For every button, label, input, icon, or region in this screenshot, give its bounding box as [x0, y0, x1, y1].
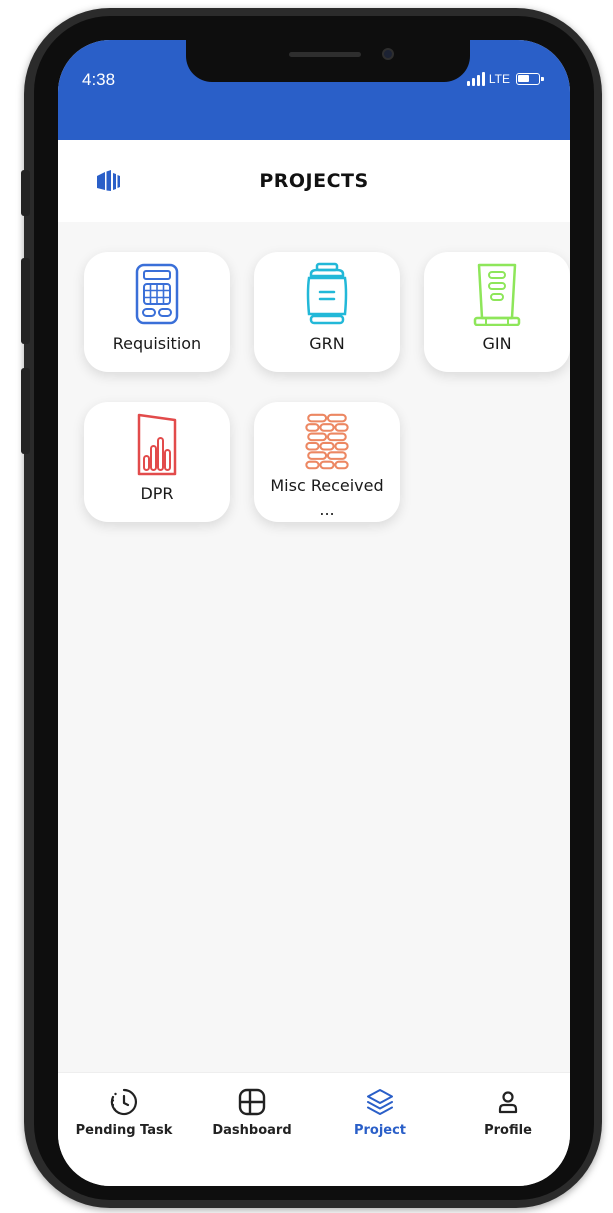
- nav-profile[interactable]: Profile: [444, 1087, 570, 1138]
- volume-down-button: [21, 368, 30, 454]
- status-indicators: LTE: [466, 72, 544, 86]
- nav-label: Dashboard: [212, 1123, 292, 1138]
- dpr-tile[interactable]: DPR: [84, 402, 230, 522]
- mute-switch: [21, 170, 30, 216]
- nav-dashboard[interactable]: Dashboard: [188, 1087, 316, 1138]
- clock-icon: [110, 1088, 137, 1116]
- tall-container-icon: [473, 263, 521, 326]
- nav-label: Pending Task: [75, 1123, 173, 1138]
- grid-panel-icon: [238, 1088, 266, 1116]
- brick-stack-icon: [305, 413, 349, 470]
- speaker-grille: [289, 52, 361, 57]
- page-title: PROJECTS: [259, 170, 369, 192]
- front-camera: [382, 48, 394, 60]
- app-header: PROJECTS: [58, 140, 570, 222]
- tile-label: Requisition: [112, 334, 202, 353]
- status-time: 4:38: [82, 70, 116, 89]
- tile-label: GIN: [482, 334, 512, 353]
- layers-icon: [367, 1089, 393, 1115]
- signal-icon: [466, 72, 485, 86]
- nav-label: Project: [353, 1123, 407, 1138]
- nav-label: Profile: [484, 1123, 532, 1138]
- volume-up-button: [21, 258, 30, 344]
- app-screen: 4:38 LTE PROJECTS Requisition GRN GIN DP…: [58, 40, 570, 1186]
- requisition-tile[interactable]: Requisition: [84, 252, 230, 372]
- bottom-navigation: Pending Task Dashboard Project Profile: [58, 1072, 570, 1186]
- misc-received-tile[interactable]: Misc Received ...: [254, 402, 400, 522]
- tile-label: GRN: [309, 334, 345, 353]
- bar-report-icon: [137, 413, 177, 476]
- gin-tile[interactable]: GIN: [424, 252, 570, 372]
- tile-label: Misc Received ...: [270, 476, 384, 519]
- nav-pending-task[interactable]: Pending Task: [60, 1087, 188, 1138]
- person-icon: [498, 1091, 518, 1114]
- calculator-icon: [135, 263, 179, 325]
- battery-icon: [516, 73, 544, 85]
- cylinder-container-icon: [306, 262, 348, 325]
- grn-tile[interactable]: GRN: [254, 252, 400, 372]
- network-type: LTE: [488, 72, 510, 86]
- nav-project[interactable]: Project: [316, 1087, 444, 1138]
- tile-label: DPR: [140, 484, 174, 503]
- phone-notch: [186, 40, 470, 82]
